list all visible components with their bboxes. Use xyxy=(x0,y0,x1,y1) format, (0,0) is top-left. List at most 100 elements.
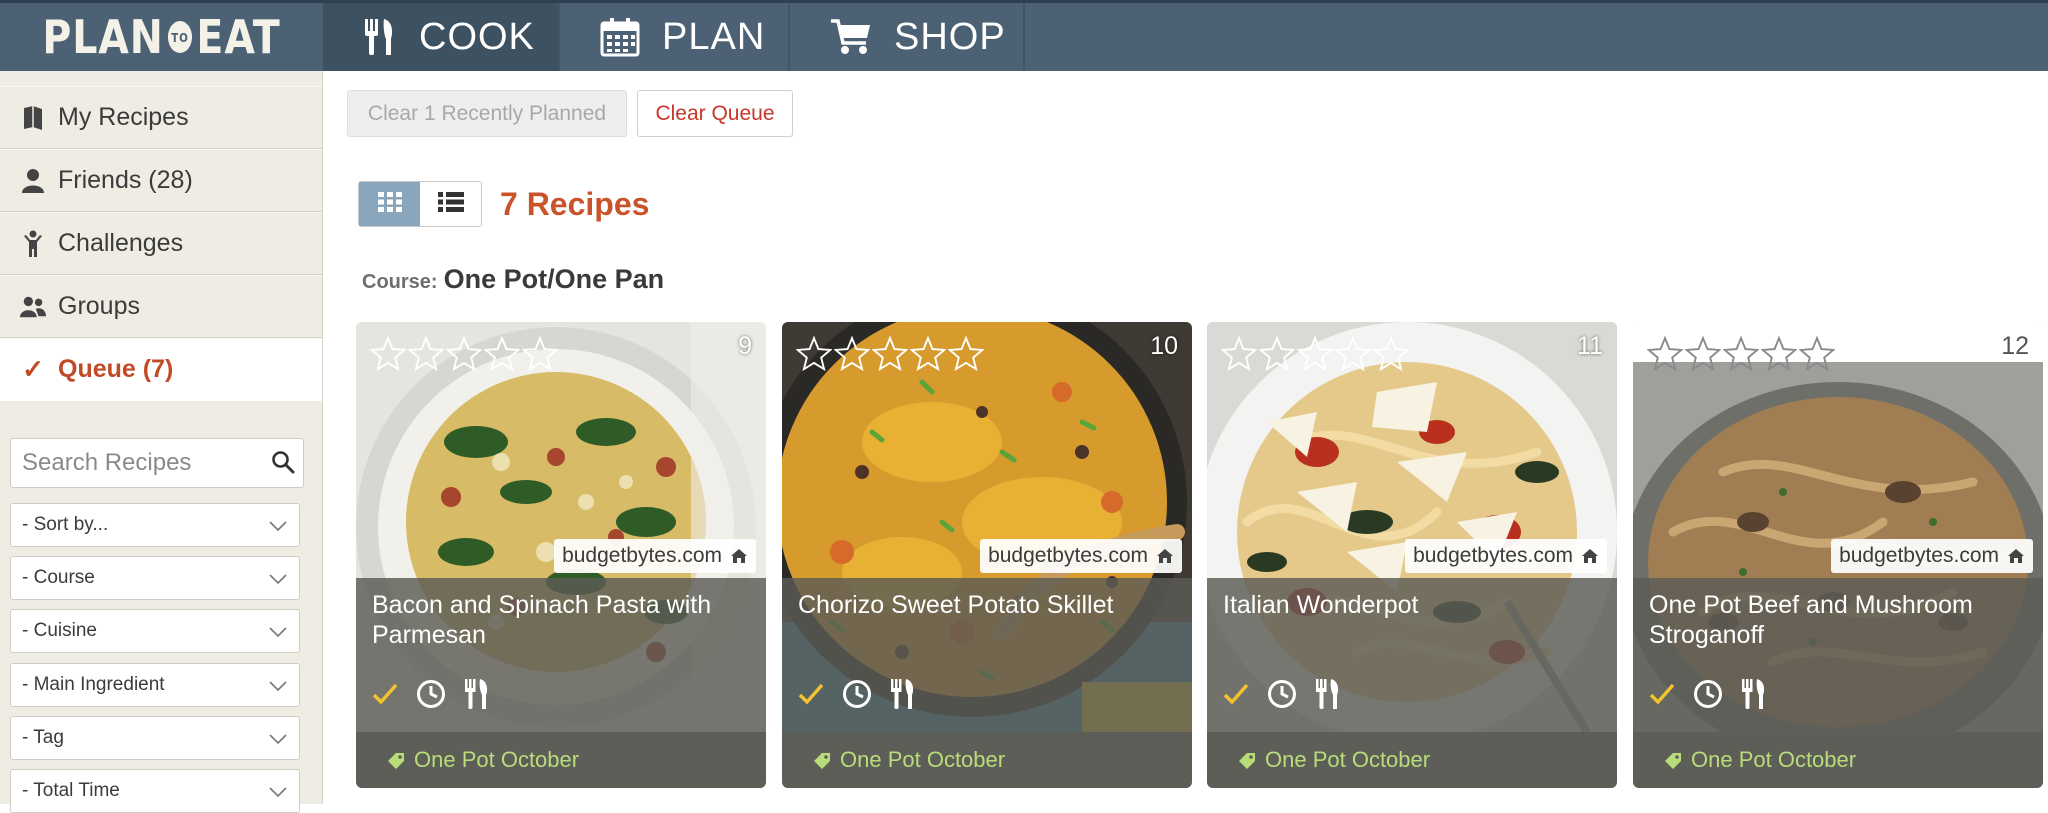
book-icon xyxy=(20,105,46,131)
queued-check-icon[interactable] xyxy=(372,682,398,711)
recipe-source-link[interactable]: budgetbytes.com xyxy=(980,539,1182,573)
home-icon xyxy=(730,548,748,564)
queued-check-icon[interactable] xyxy=(1223,682,1249,711)
star-icon[interactable] xyxy=(948,336,984,372)
star-icon[interactable] xyxy=(1373,336,1409,372)
course-label: Course: xyxy=(362,271,438,293)
recipe-source-text: budgetbytes.com xyxy=(1839,544,1999,567)
clock-icon[interactable] xyxy=(1267,679,1297,714)
chevron-down-icon xyxy=(269,676,287,698)
rating-stars[interactable] xyxy=(370,336,558,372)
fork-knife-icon[interactable] xyxy=(1741,678,1767,715)
recipe-number: 10 xyxy=(1150,332,1178,360)
star-icon[interactable] xyxy=(834,336,870,372)
main-ingredient-select[interactable]: - Main Ingredient xyxy=(10,663,300,707)
home-icon xyxy=(1581,548,1599,564)
star-icon[interactable] xyxy=(484,336,520,372)
rating-stars[interactable] xyxy=(1647,336,1835,372)
search-icon[interactable] xyxy=(271,450,295,479)
recipe-tag[interactable]: One Pot October xyxy=(782,732,1192,788)
course-select[interactable]: - Course xyxy=(10,556,300,600)
chevron-down-icon xyxy=(269,622,287,644)
star-icon[interactable] xyxy=(1799,336,1835,372)
clear-queue-button[interactable]: Clear Queue xyxy=(637,90,793,137)
fork-knife-icon[interactable] xyxy=(890,678,916,715)
chevron-down-icon xyxy=(269,569,287,591)
star-icon[interactable] xyxy=(1297,336,1333,372)
list-view-button[interactable] xyxy=(420,182,481,226)
fork-knife-icon[interactable] xyxy=(464,678,490,715)
star-icon[interactable] xyxy=(910,336,946,372)
recipe-title[interactable]: Chorizo Sweet Potato Skillet xyxy=(798,590,1178,620)
recipe-card[interactable]: 12 budgetbytes.com One Pot Beef and Mush… xyxy=(1633,322,2043,788)
fork-knife-icon[interactable] xyxy=(1315,678,1341,715)
sidebar-item-challenges[interactable]: Challenges xyxy=(0,212,322,275)
recipe-number: 9 xyxy=(738,332,752,360)
tab-plan[interactable]: PLAN xyxy=(560,3,790,71)
logo-text-plan: PLAN xyxy=(42,10,164,64)
search-input[interactable] xyxy=(11,439,251,487)
star-icon[interactable] xyxy=(1221,336,1257,372)
recipe-title[interactable]: Italian Wonderpot xyxy=(1223,590,1603,620)
rating-stars[interactable] xyxy=(1221,336,1409,372)
star-icon[interactable] xyxy=(1335,336,1371,372)
sidebar-item-queue[interactable]: ✓ Queue (7) xyxy=(0,338,322,401)
star-icon[interactable] xyxy=(522,336,558,372)
recipe-source-link[interactable]: budgetbytes.com xyxy=(1831,539,2033,573)
sidebar-item-friends[interactable]: Friends (28) xyxy=(0,149,322,212)
recipe-actions xyxy=(372,678,490,715)
clock-icon[interactable] xyxy=(416,679,446,714)
star-icon[interactable] xyxy=(370,336,406,372)
recipe-info-overlay: Bacon and Spinach Pasta with Parmesan xyxy=(356,578,766,732)
recipe-tag[interactable]: One Pot October xyxy=(356,732,766,788)
queued-check-icon[interactable] xyxy=(798,682,824,711)
star-icon[interactable] xyxy=(796,336,832,372)
sidebar-item-my-recipes[interactable]: My Recipes xyxy=(0,86,322,149)
recipe-title[interactable]: Bacon and Spinach Pasta with Parmesan xyxy=(372,590,752,650)
app-logo[interactable]: PLAN TO EAT xyxy=(0,3,323,71)
recipe-source-text: budgetbytes.com xyxy=(988,544,1148,567)
grid-icon xyxy=(377,191,402,217)
rating-stars[interactable] xyxy=(796,336,984,372)
clock-icon[interactable] xyxy=(1693,679,1723,714)
fork-knife-icon xyxy=(363,17,397,57)
star-icon[interactable] xyxy=(1761,336,1797,372)
star-icon[interactable] xyxy=(1259,336,1295,372)
main-ingredient-value: - Main Ingredient xyxy=(22,674,165,695)
recipe-source-link[interactable]: budgetbytes.com xyxy=(1405,539,1607,573)
star-icon[interactable] xyxy=(1647,336,1683,372)
recipe-title[interactable]: One Pot Beef and Mushroom Stroganoff xyxy=(1649,590,2029,650)
logo-text-eat: EAT xyxy=(196,10,281,64)
star-icon[interactable] xyxy=(408,336,444,372)
sidebar-item-label: Queue (7) xyxy=(58,355,174,383)
tab-shop[interactable]: SHOP xyxy=(790,3,1025,71)
clear-recently-planned-button[interactable]: Clear 1 Recently Planned xyxy=(347,90,627,137)
sidebar-item-groups[interactable]: Groups xyxy=(0,275,322,338)
star-icon[interactable] xyxy=(1723,336,1759,372)
recipe-source-link[interactable]: budgetbytes.com xyxy=(554,539,756,573)
recipe-tag-label: One Pot October xyxy=(414,747,580,772)
star-icon[interactable] xyxy=(872,336,908,372)
grid-view-button[interactable] xyxy=(359,182,420,226)
recipe-tag[interactable]: One Pot October xyxy=(1633,732,2043,788)
cuisine-select[interactable]: - Cuisine xyxy=(10,609,300,653)
sort-by-select[interactable]: - Sort by... xyxy=(10,503,300,547)
cart-icon xyxy=(830,17,872,57)
person-icon xyxy=(20,168,46,194)
recipe-actions xyxy=(798,678,916,715)
recipe-card[interactable]: 9 budgetbytes.com Bacon and Spinach Past… xyxy=(356,322,766,788)
tab-cook-label: COOK xyxy=(419,15,535,58)
recipe-source-text: budgetbytes.com xyxy=(562,544,722,567)
tab-cook[interactable]: COOK xyxy=(323,3,560,71)
queued-check-icon[interactable] xyxy=(1649,682,1675,711)
recipe-tag[interactable]: One Pot October xyxy=(1207,732,1617,788)
star-icon[interactable] xyxy=(1685,336,1721,372)
tag-select[interactable]: - Tag xyxy=(10,716,300,760)
total-time-select[interactable]: - Total Time xyxy=(10,769,300,813)
clock-icon[interactable] xyxy=(842,679,872,714)
star-icon[interactable] xyxy=(446,336,482,372)
recipe-card[interactable]: 11 budgetbytes.com Italian Wonderpot One… xyxy=(1207,322,1617,788)
home-icon xyxy=(2007,548,2025,564)
recipe-card[interactable]: 10 budgetbytes.com Chorizo Sweet Potato … xyxy=(782,322,1192,788)
course-value: - Course xyxy=(22,567,95,588)
